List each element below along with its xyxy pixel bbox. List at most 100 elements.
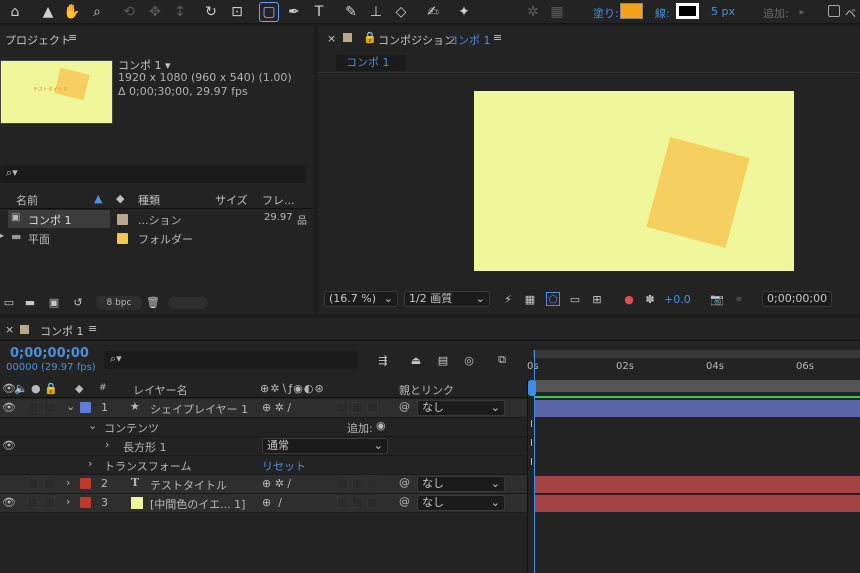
- label-tag-icon[interactable]: ◆: [116, 192, 124, 208]
- flowchart-icon[interactable]: 品: [297, 212, 307, 227]
- col-type[interactable]: 種類: [138, 192, 160, 208]
- col-size[interactable]: サイズ: [215, 192, 248, 208]
- project-item-folder[interactable]: ▸ ▬ 平面 フォルダー: [0, 229, 312, 248]
- home-icon[interactable]: ⌂: [5, 2, 25, 22]
- audio-icon[interactable]: 🔈: [14, 382, 28, 395]
- resolution-dropdown[interactable]: 1/2 画質 ⌄: [404, 291, 490, 307]
- dolly-camera-icon[interactable]: ↕: [170, 2, 190, 22]
- col-parent-link[interactable]: 親とリンク: [399, 382, 454, 398]
- bpc-button[interactable]: 8 bpc: [96, 296, 142, 310]
- region-of-interest-icon[interactable]: ▭: [568, 292, 582, 306]
- show-snapshot-icon[interactable]: ⚭: [732, 292, 746, 306]
- expand-arrow-icon[interactable]: ›: [66, 495, 70, 508]
- shape-layer-rectangle[interactable]: [646, 136, 750, 249]
- label-color-swatch[interactable]: [117, 214, 128, 225]
- snapshot-camera-icon[interactable]: 📷: [710, 292, 724, 306]
- layer-switches[interactable]: ⊕ ✲ ∕: [262, 477, 291, 490]
- playhead-handle[interactable]: [528, 380, 536, 396]
- graph-editor-icon[interactable]: ⧉: [493, 352, 511, 368]
- blend-mode-dropdown[interactable]: 通常 ⌄: [262, 438, 388, 454]
- col-frame[interactable]: フレ...: [262, 192, 295, 208]
- reset-link[interactable]: リセット: [262, 458, 306, 474]
- time-ruler[interactable]: 0s 02s 04s 06s: [527, 348, 860, 392]
- layer-label-color[interactable]: [80, 402, 91, 413]
- layer-switches[interactable]: ⊕ ∕: [262, 496, 282, 509]
- contents-row[interactable]: ⌄ コンテンツ 追加: ◉: [0, 418, 527, 437]
- layer-label-color[interactable]: [80, 478, 91, 489]
- new-folder-icon[interactable]: ▬: [22, 294, 38, 310]
- label-tag-icon[interactable]: ◆: [75, 382, 83, 395]
- roto-brush-tool-icon[interactable]: ✍: [423, 2, 443, 22]
- sort-arrow-icon[interactable]: ▲: [94, 192, 102, 208]
- layer-label-color[interactable]: [80, 497, 91, 508]
- stroke-label[interactable]: 線:: [655, 5, 670, 21]
- work-area-bar[interactable]: [535, 396, 860, 398]
- parent-dropdown[interactable]: なし ⌄: [417, 400, 505, 416]
- shy-layers-icon[interactable]: ▤: [434, 352, 452, 368]
- rotate-tool-icon[interactable]: ↻: [201, 2, 221, 22]
- bezier-checkbox[interactable]: [828, 5, 840, 17]
- panel-menu-icon[interactable]: ≡: [88, 322, 97, 335]
- parent-dropdown[interactable]: なし ⌄: [417, 476, 505, 492]
- grid-guides-icon[interactable]: ⊞: [590, 292, 604, 306]
- zoom-tool-icon[interactable]: ⌕: [87, 2, 107, 22]
- layer-switches[interactable]: ⊕ ✲ ∕: [262, 401, 291, 414]
- add-arrow-icon[interactable]: ▸: [792, 2, 812, 22]
- transform-row[interactable]: › トランスフォーム リセット: [0, 456, 527, 475]
- mask-visibility-icon[interactable]: ⬠: [546, 292, 560, 306]
- close-icon[interactable]: ×: [327, 32, 336, 45]
- panel-menu-icon[interactable]: ≡: [68, 31, 77, 44]
- pan-camera-icon[interactable]: ✥: [145, 2, 165, 22]
- clone-stamp-tool-icon[interactable]: ⊥: [366, 2, 386, 22]
- layer-name[interactable]: シェイプレイヤー 1: [150, 401, 248, 417]
- composition-viewer[interactable]: [474, 91, 794, 271]
- project-item-comp[interactable]: ▣ コンポ 1 ...ション 29.97 品: [0, 210, 312, 229]
- stroke-width-value[interactable]: 5 px: [711, 5, 735, 18]
- expand-arrow-icon[interactable]: ⌄: [66, 400, 75, 413]
- layer-bar-1[interactable]: [535, 400, 860, 417]
- rectangle-tool-icon[interactable]: ▢: [259, 2, 279, 22]
- rectangle-row[interactable]: 👁 › 長方形 1 通常 ⌄: [0, 437, 527, 456]
- solo-icon[interactable]: ●: [31, 382, 41, 395]
- lock-icon[interactable]: 🔒: [44, 382, 58, 395]
- lock-icon[interactable]: 🔒: [363, 31, 377, 44]
- grid-snap-icon[interactable]: ▦: [547, 2, 567, 22]
- tab-comp1[interactable]: コンポ 1: [336, 55, 406, 71]
- layer-row-2[interactable]: › 2 T テストタイトル ⊕ ✲ ∕ @ なし ⌄: [0, 475, 527, 494]
- pickwhip-icon[interactable]: @: [399, 476, 410, 489]
- layer-row-3[interactable]: 👁 › 3 [中間色のイエ... 1] ⊕ ∕ @ なし ⌄: [0, 494, 527, 513]
- selection-tool-icon[interactable]: ▲: [38, 2, 58, 22]
- orbit-camera-icon[interactable]: ⟲: [119, 2, 139, 22]
- snapping-icon[interactable]: ✲: [523, 2, 543, 22]
- pen-tool-icon[interactable]: ✒: [284, 2, 304, 22]
- scroll-pill[interactable]: [168, 297, 208, 309]
- channel-icon[interactable]: ●: [622, 292, 636, 306]
- panel-menu-icon[interactable]: ≡: [493, 31, 502, 44]
- project-search-input[interactable]: ⌕▾: [0, 165, 306, 183]
- pickwhip-icon[interactable]: @: [399, 495, 410, 508]
- new-composition-icon[interactable]: ▣: [46, 294, 62, 310]
- rect-label[interactable]: 長方形 1: [123, 439, 167, 455]
- layer-name[interactable]: テストタイトル: [150, 477, 227, 493]
- pickwhip-icon[interactable]: @: [399, 400, 410, 413]
- zoom-dropdown[interactable]: (16.7 %) ⌄: [324, 291, 398, 307]
- trash-icon[interactable]: 🗑: [146, 294, 160, 310]
- timeline-tab[interactable]: コンポ 1: [40, 323, 84, 339]
- layer-bar-3[interactable]: [535, 495, 860, 512]
- exposure-value[interactable]: +0.0: [664, 293, 691, 306]
- fast-preview-icon[interactable]: ⚡: [501, 292, 515, 306]
- eye-icon[interactable]: 👁: [2, 496, 16, 509]
- current-time[interactable]: 0;00;00;00: [10, 346, 89, 361]
- transparency-grid-icon[interactable]: ▦: [523, 292, 537, 306]
- col-name[interactable]: 名前: [16, 192, 38, 208]
- eraser-tool-icon[interactable]: ◇: [391, 2, 411, 22]
- adjust-icon[interactable]: ↺: [70, 294, 86, 310]
- comp-link[interactable]: コンポ 1: [447, 32, 491, 48]
- expand-arrow-icon[interactable]: ›: [105, 438, 109, 451]
- brush-tool-icon[interactable]: ✎: [341, 2, 361, 22]
- fill-label[interactable]: 塗り:: [593, 5, 619, 21]
- layer-name[interactable]: [中間色のイエ... 1]: [150, 496, 245, 512]
- layer-row-1[interactable]: 👁 ⌄ 1 ★ シェイプレイヤー 1 ⊕ ✲ ∕ @ なし ⌄: [0, 399, 527, 418]
- eye-icon[interactable]: 👁: [2, 401, 16, 414]
- hand-tool-icon[interactable]: ✋: [62, 2, 82, 22]
